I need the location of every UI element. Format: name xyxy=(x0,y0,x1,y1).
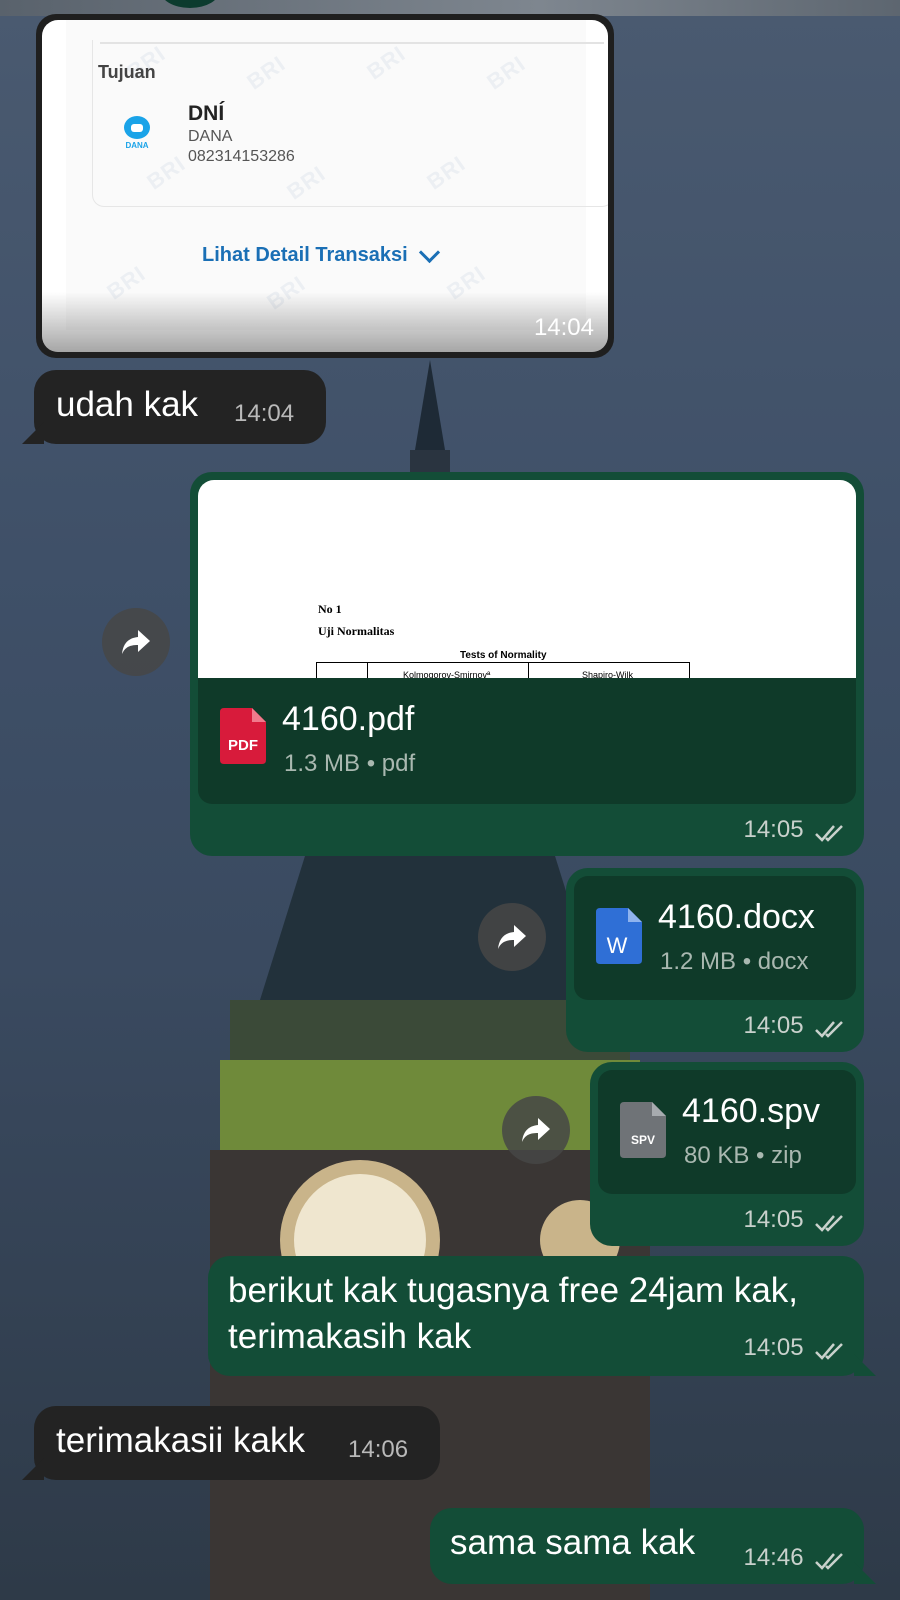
receipt-image-message[interactable]: BRI BRI BRI BRI BRI BRI BRI BRI BRI BRI … xyxy=(36,14,614,358)
incoming-message[interactable]: udah kak 14:04 xyxy=(34,370,326,444)
preview-text: Uji Normalitas xyxy=(318,624,395,638)
message-status: 14:05 xyxy=(743,1334,846,1362)
destination-bank: DANA xyxy=(188,128,233,145)
transaction-detail-link[interactable]: Lihat Detail Transaksi xyxy=(202,241,440,267)
outgoing-file-message[interactable]: W 4160.docx 1.2 MB • docx 14:05 xyxy=(566,868,864,1052)
forward-icon xyxy=(122,630,150,654)
outgoing-message[interactable]: berikut kak tugasnya free 24jam kak, ter… xyxy=(208,1256,864,1376)
message-time: 14:05 xyxy=(743,1012,804,1039)
destination-name: DNÍ xyxy=(188,102,225,125)
message-text: udah kak xyxy=(56,385,199,424)
message-status: 14:05 xyxy=(743,816,846,844)
message-text: berikut kak tugasnya free 24jam kak, xyxy=(228,1271,799,1310)
file-attachment[interactable]: PDF 4160.pdf 1.3 MB • pdf xyxy=(198,678,856,804)
file-meta: 1.3 MB • pdf xyxy=(284,750,416,777)
outgoing-message[interactable]: sama sama kak 14:46 xyxy=(430,1508,864,1584)
dana-logo: DANA xyxy=(120,116,154,150)
pdf-icon-label: PDF xyxy=(228,737,258,754)
message-time: 14:04 xyxy=(234,400,295,427)
destination-card xyxy=(92,40,608,207)
message-time: 14:05 xyxy=(743,1206,804,1233)
file-name: 4160.docx xyxy=(658,898,815,936)
message-text: terimakasii kakk xyxy=(56,1421,305,1460)
destination-label: Tujuan xyxy=(98,62,156,82)
preview-text: Shapiro-Wilk xyxy=(582,670,634,678)
message-status: 14:46 xyxy=(743,1544,846,1572)
file-meta: 1.2 MB • docx xyxy=(660,948,809,975)
file-attachment[interactable]: W 4160.docx 1.2 MB • docx xyxy=(574,876,856,1000)
destination-phone: 082314153286 xyxy=(188,148,295,165)
forward-button[interactable] xyxy=(102,608,170,676)
spv-file-icon: SPV xyxy=(620,1102,666,1158)
forward-button[interactable] xyxy=(478,903,546,971)
forward-button[interactable] xyxy=(502,1096,570,1164)
incoming-message[interactable]: terimakasii kakk 14:06 xyxy=(34,1406,440,1480)
preview-text: Kolmogorov-Smirnovª xyxy=(403,670,491,678)
message-time: 14:46 xyxy=(743,1544,804,1571)
message-text: terimakasih kak xyxy=(228,1317,472,1356)
double-check-icon xyxy=(815,824,843,842)
message-text: sama sama kak xyxy=(450,1523,696,1562)
word-file-icon: W xyxy=(596,908,642,964)
message-time: 14:05 xyxy=(743,1334,804,1361)
message-time: 14:06 xyxy=(348,1436,409,1463)
preview-text: No 1 xyxy=(318,602,342,616)
pdf-file-icon: PDF xyxy=(220,708,266,764)
preview-table xyxy=(316,662,690,678)
file-meta: 80 KB • zip xyxy=(684,1142,802,1169)
outgoing-file-message[interactable]: SPV 4160.spv 80 KB • zip 14:05 xyxy=(590,1062,864,1246)
double-check-icon xyxy=(815,1020,843,1038)
double-check-icon xyxy=(815,1214,843,1232)
wallet-icon xyxy=(124,116,150,139)
chevron-down-icon xyxy=(418,241,440,264)
double-check-icon xyxy=(815,1552,843,1570)
file-attachment[interactable]: SPV 4160.spv 80 KB • zip xyxy=(598,1070,856,1194)
message-time: 14:04 xyxy=(533,314,594,341)
image-shade xyxy=(42,292,608,352)
file-name: 4160.spv xyxy=(682,1092,820,1130)
spv-icon-label: SPV xyxy=(631,1133,655,1147)
message-status: 14:05 xyxy=(743,1206,846,1234)
preview-text: Tests of Normality xyxy=(460,650,547,661)
file-name: 4160.pdf xyxy=(282,700,415,738)
pdf-preview[interactable]: No 1 Uji Normalitas Tests of Normality K… xyxy=(198,480,856,678)
double-check-icon xyxy=(815,1342,843,1360)
receipt-image[interactable]: BRI BRI BRI BRI BRI BRI BRI BRI BRI BRI … xyxy=(42,20,608,352)
transaction-detail-label: Lihat Detail Transaksi xyxy=(202,244,408,266)
forward-icon xyxy=(522,1118,550,1142)
message-status: 14:05 xyxy=(743,1012,846,1040)
outgoing-file-message[interactable]: No 1 Uji Normalitas Tests of Normality K… xyxy=(190,472,864,856)
word-icon-label: W xyxy=(607,933,628,958)
forward-icon xyxy=(498,925,526,949)
dana-logo-text: DANA xyxy=(125,141,149,150)
message-time: 14:05 xyxy=(743,816,804,843)
